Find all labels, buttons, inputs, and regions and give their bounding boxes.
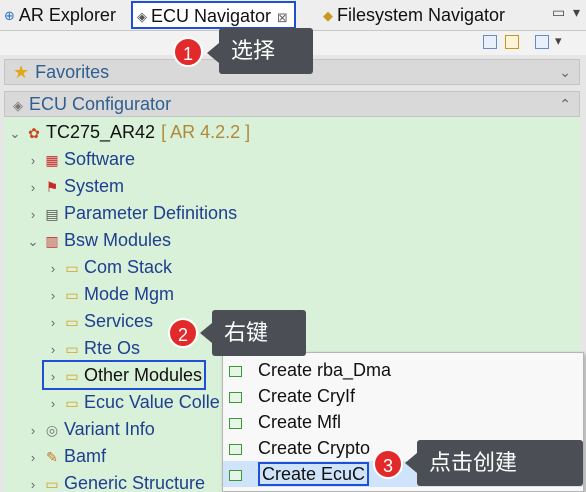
folder-icon: ▭ [45, 476, 59, 492]
module-icon [229, 365, 242, 377]
tree-node-system[interactable]: › ⚑ System [26, 173, 124, 199]
folder-icon: ▭ [65, 260, 79, 276]
callout-right-click: 右键 [212, 310, 306, 356]
tree-node-other-modules[interactable]: › ▭ Other Modules [42, 360, 207, 390]
minimize-icon[interactable]: ▭ [552, 4, 565, 20]
module-icon [229, 391, 242, 403]
dropdown-icon[interactable]: ▾ [573, 4, 580, 20]
menu-item-create-rba-dma[interactable]: Create rba_Dma [223, 357, 583, 383]
document-icon: ▤ [45, 206, 59, 222]
link-with-editor-icon[interactable] [505, 35, 519, 49]
tree-node-services[interactable]: › ▭ Services [46, 308, 153, 334]
folder-icon: ▭ [65, 287, 79, 303]
chevron-right-icon[interactable]: › [26, 202, 40, 228]
callout-pointer [200, 323, 212, 343]
ecu-configurator-panel-header[interactable]: ◈ ECU Configurator ⌃ [4, 91, 580, 117]
chevron-right-icon[interactable]: › [26, 418, 40, 444]
menu-item-create-cryif[interactable]: Create CryIf [223, 383, 583, 409]
chevron-right-icon[interactable]: › [46, 256, 60, 282]
callout-pointer [207, 43, 219, 63]
expand-panel-icon[interactable]: ⌄ [559, 60, 571, 84]
module-icon [229, 469, 242, 481]
chevron-right-icon[interactable]: › [46, 364, 60, 390]
chevron-right-icon[interactable]: › [26, 148, 40, 174]
callout-click-create: 点击创建 [417, 440, 583, 486]
menu-item-create-mfl[interactable]: Create Mfl [223, 409, 583, 435]
chevron-down-icon[interactable]: ⌄ [8, 121, 22, 147]
project-icon: ✿ [28, 125, 40, 141]
variant-icon: ◎ [45, 422, 59, 438]
folder-icon: ▭ [65, 314, 79, 330]
tab-ecu-navigator[interactable]: ◈ ECU Navigator ⊠ [131, 1, 296, 29]
view-tab-bar: ⊕ AR Explorer ◈ ECU Navigator ⊠ ◆ Filesystem… [0, 0, 586, 31]
ecu-configurator-title: ECU Configurator [29, 94, 172, 114]
step-badge-3: 3 [373, 449, 403, 479]
close-icon[interactable]: ⊠ [277, 10, 288, 25]
folder-icon: ▭ [65, 341, 79, 357]
step-badge-2: 2 [168, 318, 198, 348]
chevron-right-icon[interactable]: › [26, 472, 40, 492]
callout-select: 选择 [219, 28, 313, 74]
bamf-icon: ✎ [46, 449, 58, 465]
tree-node-generic-structure[interactable]: › ▭ Generic Structure [26, 470, 205, 492]
ecu-configurator-icon: ◈ [13, 98, 23, 113]
software-icon: ▦ [45, 152, 59, 168]
tab-label: Filesystem Navigator [337, 5, 506, 25]
system-icon: ⚑ [45, 179, 59, 195]
chevron-right-icon[interactable]: › [26, 175, 40, 201]
folder-icon: ▭ [65, 395, 79, 411]
tree-node-ecuc-value-collection[interactable]: › ▭ Ecuc Value Colle [46, 389, 220, 415]
tree-node-bamf[interactable]: › ✎ Bamf [26, 443, 106, 469]
collapse-panel-icon[interactable]: ⌃ [559, 92, 571, 116]
chevron-right-icon[interactable]: › [46, 283, 60, 309]
folder-icon: ▭ [65, 368, 79, 384]
tab-label: AR Explorer [18, 5, 116, 25]
tab-filesystem-navigator[interactable]: ◆ Filesystem Navigator [323, 2, 505, 28]
bsw-modules-icon: ▥ [45, 233, 59, 249]
chevron-right-icon[interactable]: › [26, 445, 40, 471]
tree-node-bsw-modules[interactable]: ⌄ ▥ Bsw Modules [26, 227, 172, 255]
favorites-title: Favorites [35, 62, 110, 82]
filesystem-icon: ◆ [323, 8, 333, 24]
collapse-all-icon[interactable] [483, 35, 497, 49]
tree-node-com-stack[interactable]: › ▭ Com Stack [46, 254, 172, 280]
step-badge-1: 1 [173, 37, 203, 67]
module-icon [229, 443, 242, 455]
view-menu-dropdown-icon[interactable]: ▾ [555, 33, 562, 49]
window-controls: ▭ ▾ [552, 4, 580, 21]
callout-pointer [405, 453, 417, 473]
star-icon: ★ [13, 62, 30, 82]
module-icon [229, 417, 242, 429]
tree-node-variant-info[interactable]: › ◎ Variant Info [26, 416, 155, 442]
chevron-down-icon[interactable]: ⌄ [26, 229, 40, 255]
ar-explorer-icon: ⊕ [4, 8, 15, 24]
ecu-navigator-icon: ◈ [137, 9, 147, 25]
view-menu-icon[interactable] [535, 35, 549, 49]
tree-node-mode-mgm[interactable]: › ▭ Mode Mgm [46, 281, 174, 307]
tree-node-software[interactable]: › ▦ Software [26, 146, 135, 172]
chevron-right-icon[interactable]: › [46, 391, 60, 417]
tab-label: ECU Navigator [151, 6, 272, 26]
tree-node-rte-os[interactable]: › ▭ Rte Os [46, 335, 140, 361]
chevron-right-icon[interactable]: › [46, 310, 60, 336]
tree-node-root[interactable]: ⌄ ✿ TC275_AR42[ AR 4.2.2 ] [8, 119, 251, 147]
tab-ar-explorer[interactable]: ⊕ AR Explorer [4, 2, 116, 28]
tree-node-parameter-definitions[interactable]: › ▤ Parameter Definitions [26, 200, 237, 226]
